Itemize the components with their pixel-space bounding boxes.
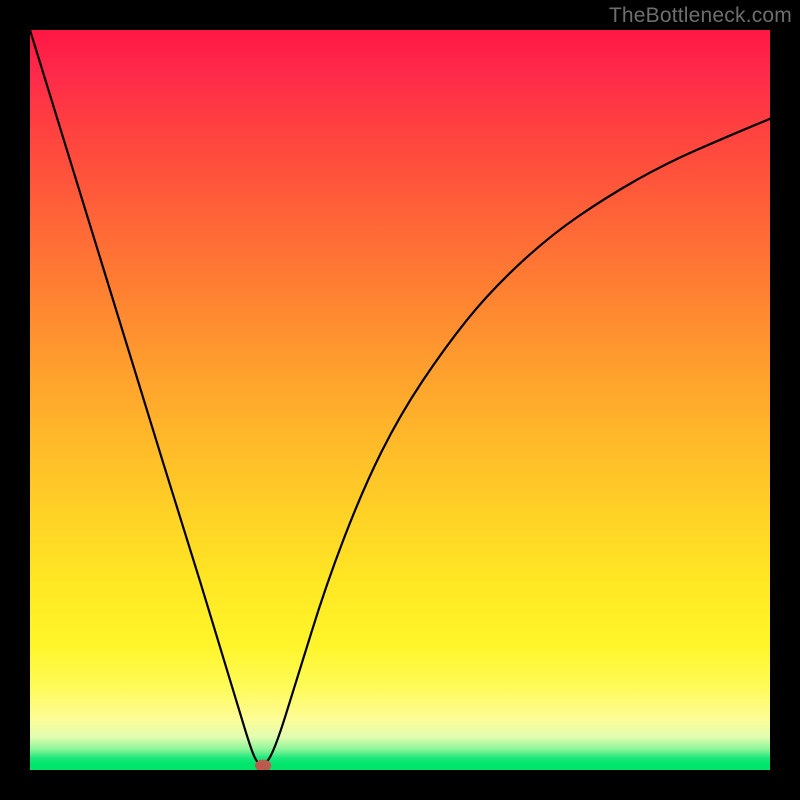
bottleneck-curve: [30, 30, 770, 765]
bottleneck-curve-svg: [30, 30, 770, 770]
chart-frame: TheBottleneck.com: [0, 0, 800, 800]
plot-area: [30, 30, 770, 770]
watermark-text: TheBottleneck.com: [609, 4, 792, 28]
